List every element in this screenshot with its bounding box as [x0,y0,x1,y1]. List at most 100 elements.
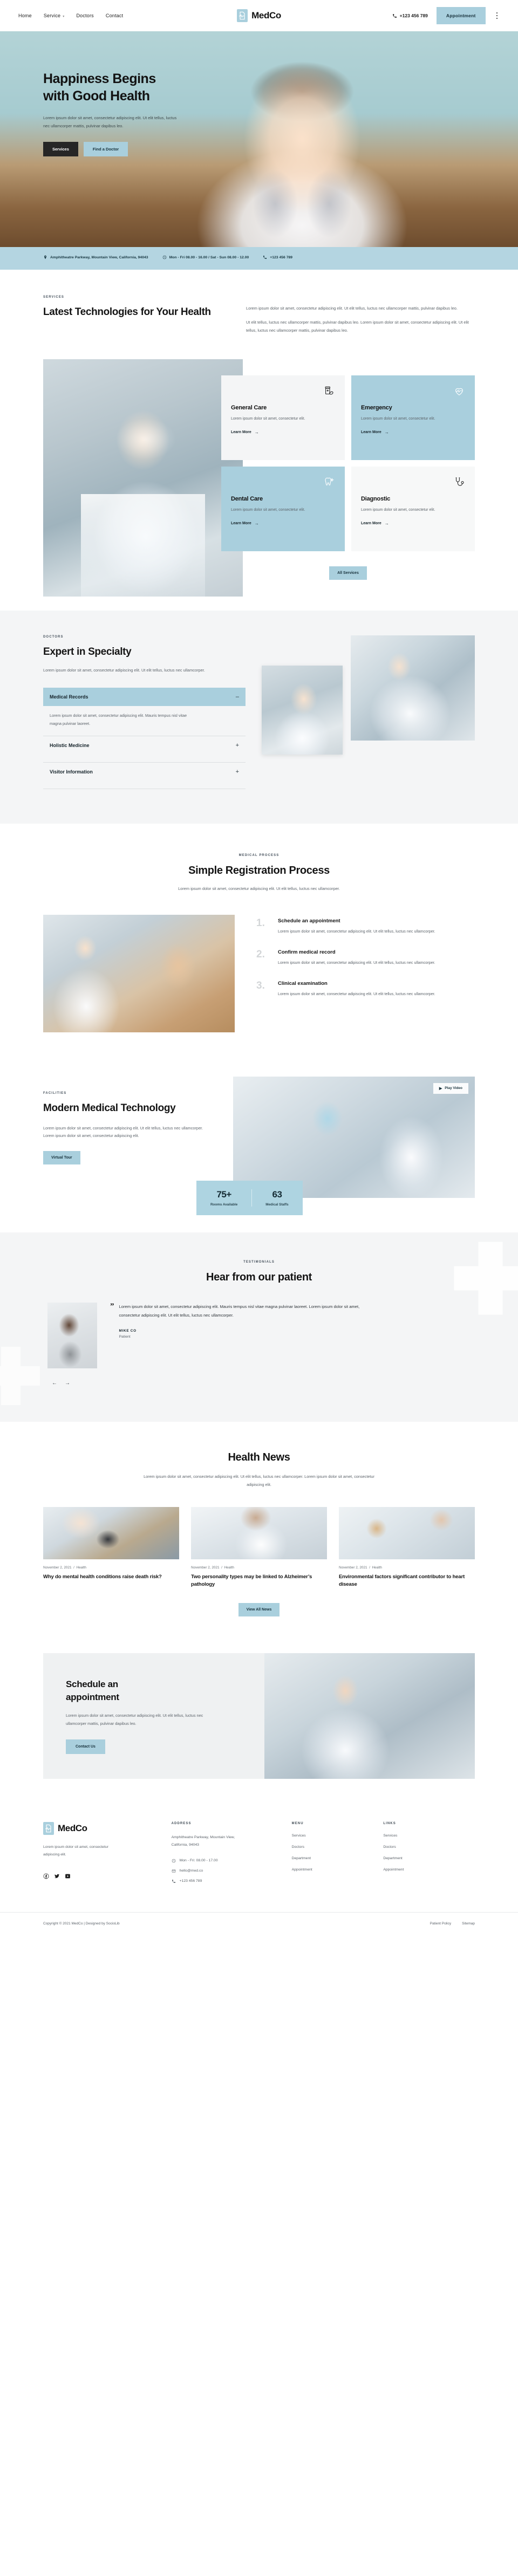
view-all-news-button[interactable]: View All News [238,1603,280,1617]
learn-more-label: Learn More [231,521,251,525]
learn-more-label: Learn More [361,521,381,525]
info-bar: Amphitheatre Parkway, Mountain View, Cal… [0,247,518,270]
footer-brand-logo[interactable]: MedCo [43,1822,172,1835]
footer-menu-link-appointment[interactable]: Appointment [292,1868,384,1872]
process-title: Simple Registration Process [188,864,330,876]
twitter-icon[interactable] [54,1872,60,1882]
service-card-title: Dental Care [231,495,263,502]
doctors-paragraph: Lorem ipsum dolor sit amet, consectetur … [43,668,205,673]
hero-find-doctor-button[interactable]: Find a Doctor [83,142,128,157]
service-learn-more-link[interactable]: Learn More → [361,521,465,526]
process-step: 2. Confirm medical record Lorem ipsum do… [256,949,475,967]
testimonials-title: Hear from our patient [206,1271,312,1283]
facebook-icon[interactable] [43,1872,49,1882]
plus-icon: + [235,742,239,749]
hero-services-button[interactable]: Services [43,142,78,157]
stat-label: Medical Staffs [265,1202,289,1207]
doctors-photos [258,635,475,789]
appointment-button[interactable]: Appointment [436,7,486,24]
info-hours: Mon - Fri 08.00 - 16.00 / Sat - Sun 08.0… [162,255,249,259]
news-category: Health [372,1566,382,1570]
facilities-paragraph: Lorem ipsum dolor sit amet, consectetur … [43,1125,203,1139]
accordion-item-visitor-information[interactable]: Visitor Information + [43,763,246,781]
step-text: Lorem ipsum dolor sit amet, consectetur … [278,960,435,965]
process-step: 3. Clinical examination Lorem ipsum dolo… [256,981,475,998]
news-card[interactable]: November 2, 2021 / Health Two personalit… [191,1507,327,1588]
footer-patient-policy-link[interactable]: Patient Policy [430,1922,451,1926]
footer-menu-link-doctors[interactable]: Doctors [292,1845,384,1849]
service-card-text: Lorem ipsum dolor sit amet, consectetur … [231,508,305,512]
info-hours-text: Mon - Fri 08.00 - 16.00 / Sat - Sun 08.0… [169,255,249,259]
footer-bottom-bar: Copyright © 2021 MedCo | Designed by Soc… [0,1912,518,1936]
location-pin-icon [44,255,46,259]
brand-logo[interactable]: MedCo [237,9,281,22]
cta-title-line2: appointment [66,1691,119,1702]
news-card[interactable]: November 2, 2021 / Health Environmental … [339,1507,475,1588]
footer-address-heading: ADDRESS [171,1822,192,1826]
facilities-title: Modern Medical Technology [43,1102,176,1114]
nav-link-contact[interactable]: Contact [106,13,123,18]
step-text: Lorem ipsum dolor sit amet, consectetur … [278,928,435,934]
news-date: November 2, 2021 [339,1566,367,1570]
nav-phone-number: +123 456 789 [399,13,428,18]
youtube-icon[interactable] [65,1872,71,1882]
service-card-general-care[interactable]: General Care Lorem ipsum dolor sit amet,… [221,375,345,460]
footer-sitemap-link[interactable]: Sitemap [462,1922,475,1926]
facilities-section: FACILITIES Modern Medical Technology Lor… [0,1064,518,1232]
play-video-label: Play Video [445,1086,462,1091]
news-card-title: Why do mental health conditions raise de… [43,1574,162,1580]
news-meta: November 2, 2021 / Health [43,1566,86,1570]
footer: MedCo Lorem ipsum dolor sit amet, consec… [0,1797,518,1936]
service-card-diagnostic[interactable]: Diagnostic Lorem ipsum dolor sit amet, c… [351,466,475,551]
process-step: 1. Schedule an appointment Lorem ipsum d… [256,918,475,935]
step-number: 2. [256,948,265,960]
footer-menu-link-services[interactable]: Services [292,1834,384,1838]
contact-us-button[interactable]: Contact Us [66,1739,105,1755]
nav-link-doctors[interactable]: Doctors [76,13,93,18]
doctors-eyebrow: DOCTORS [43,635,64,639]
doctor-photo-vr [351,635,475,741]
plus-icon: + [235,768,239,775]
footer-links-link-department[interactable]: Department [383,1856,475,1860]
step-title: Schedule an appointment [278,917,340,924]
info-phone[interactable]: +123 456 789 [263,255,292,259]
footer-menu-link-department[interactable]: Department [292,1856,384,1860]
service-learn-more-link[interactable]: Learn More → [231,521,335,526]
stat-medical-staffs: 63 Medical Staffs [251,1181,302,1215]
hero-title: Happiness Begins with Good Health [43,70,221,105]
phone-icon [263,256,267,259]
footer-email[interactable]: hello@med.co [172,1869,292,1873]
news-card[interactable]: November 2, 2021 / Health Why do mental … [43,1507,179,1588]
kebab-menu-icon[interactable] [494,10,500,22]
footer-links-link-services[interactable]: Services [383,1834,475,1838]
accordion-item-medical-records[interactable]: Medical Records – [43,688,246,707]
nav-phone[interactable]: +123 456 789 [392,13,428,18]
testimonial-quote: Lorem ipsum dolor sit amet, consectetur … [119,1304,360,1318]
news-category: Health [224,1566,234,1570]
all-services-button[interactable]: All Services [329,566,367,580]
service-learn-more-link[interactable]: Learn More → [361,430,465,435]
footer-phone[interactable]: +123 456 789 [172,1879,292,1883]
service-learn-more-link[interactable]: Learn More → [231,430,335,435]
info-address: Amphitheatre Parkway, Mountain View, Cal… [43,255,148,259]
cta-title-line1: Schedule an [66,1679,118,1690]
footer-links-link-appointment[interactable]: Appointment [383,1868,475,1872]
news-date: November 2, 2021 [191,1566,220,1570]
arrow-left-icon[interactable]: ← [52,1380,57,1386]
services-section: SERVICES Latest Technologies for Your He… [0,270,518,597]
news-card-title: Two personality types may be linked to A… [191,1574,312,1587]
arrow-right-icon[interactable]: → [65,1380,70,1386]
accordion-item-holistic-medicine[interactable]: Holistic Medicine + [43,736,246,755]
page-root: Home Service Doctors Contact MedCo +123 … [0,0,518,1936]
mail-icon [172,1869,175,1873]
nav-link-service[interactable]: Service [44,13,65,18]
stat-label: Rooms Available [210,1202,238,1207]
service-card-dental-care[interactable]: Dental Care Lorem ipsum dolor sit amet, … [221,466,345,551]
nav-link-home[interactable]: Home [18,13,32,18]
footer-links-link-doctors[interactable]: Doctors [383,1845,475,1849]
testimonial-name: MIKE CO [119,1328,137,1333]
news-category: Health [76,1566,86,1570]
virtual-tour-button[interactable]: Virtual Tour [43,1150,80,1164]
service-card-emergency[interactable]: Emergency Lorem ipsum dolor sit amet, co… [351,375,475,460]
play-video-button[interactable]: ▶ Play Video [433,1083,468,1094]
